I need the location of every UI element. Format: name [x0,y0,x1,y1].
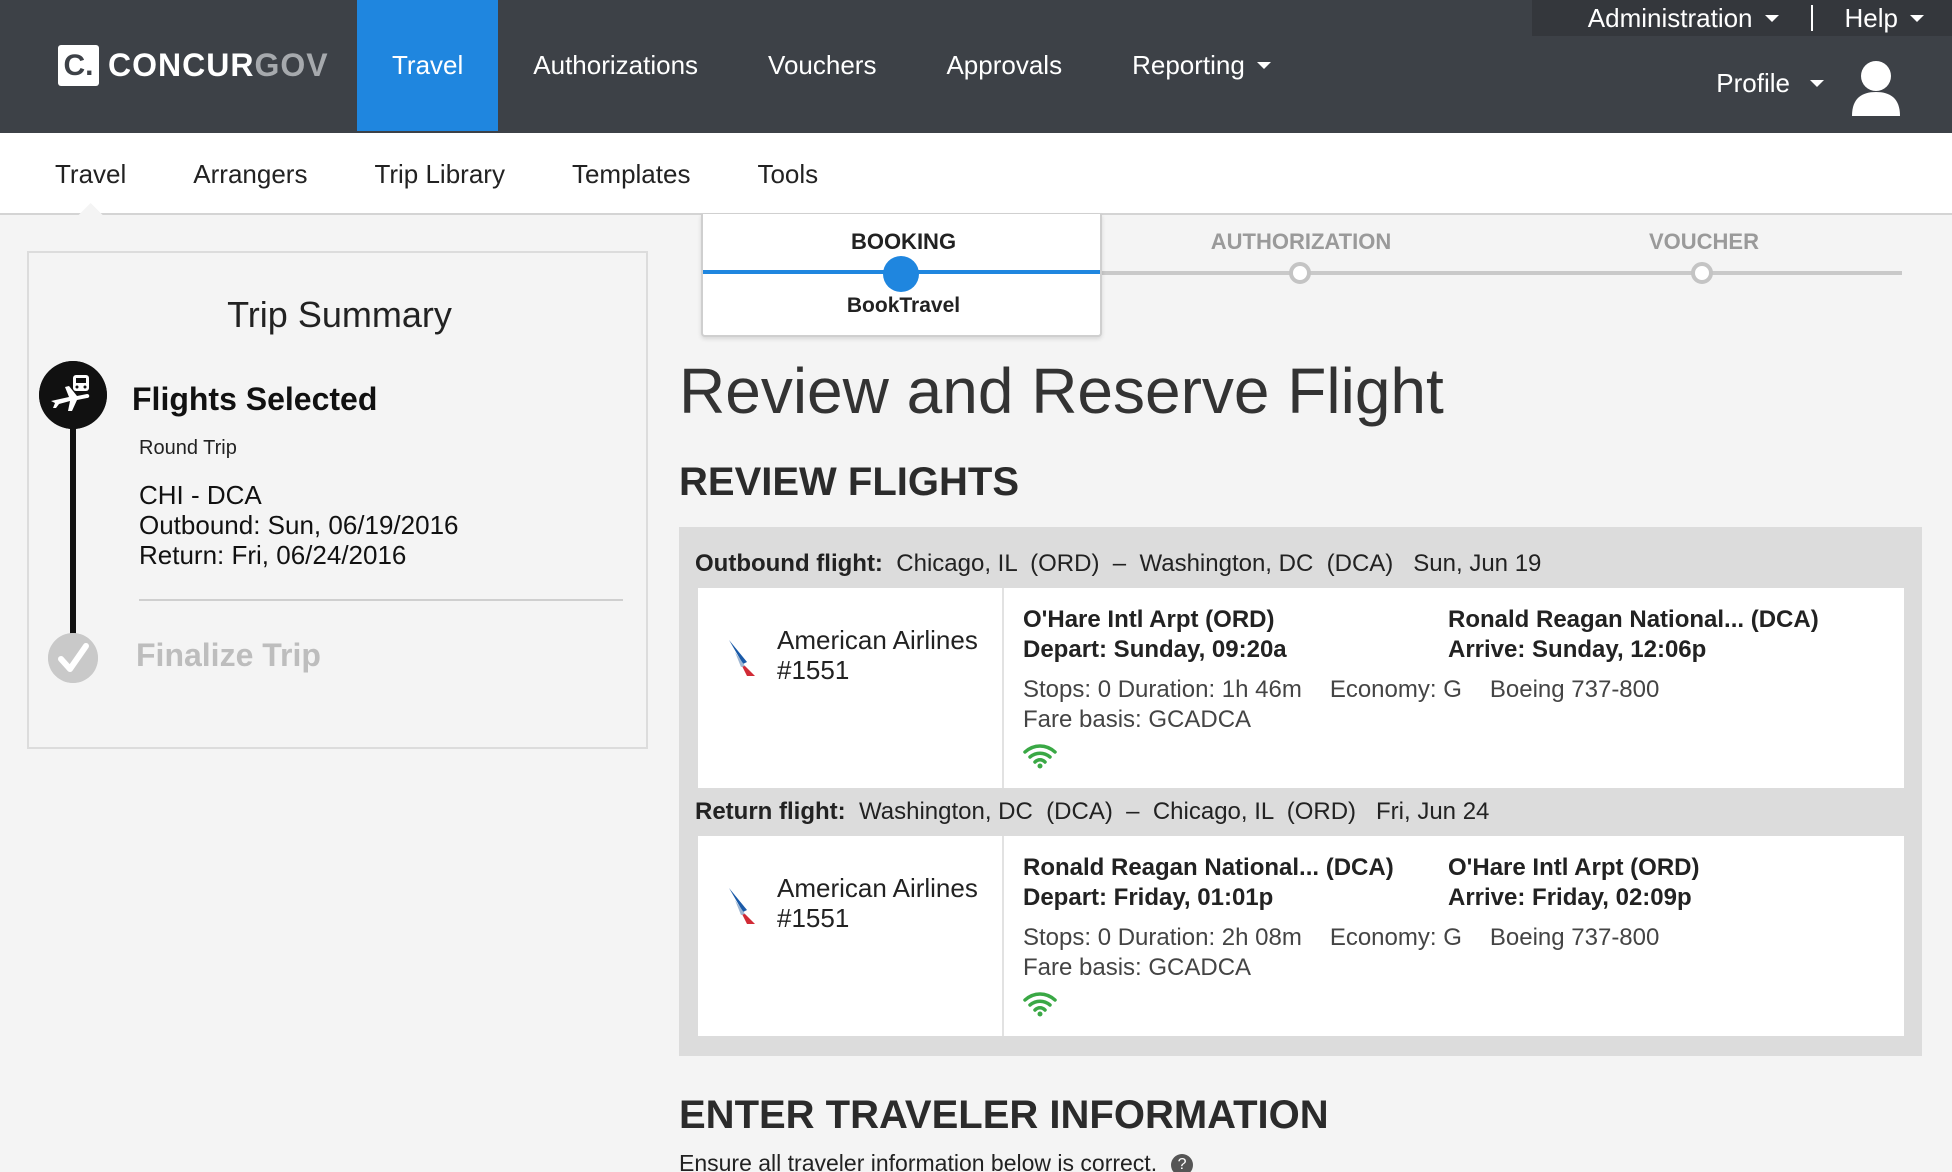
departure-time: Depart: Sunday, 09:20a [1023,636,1287,663]
flight-meta: Stops: 0 Duration: 2h 08m Economy: G Boein… [1023,923,1687,983]
airline-info: American Airlines #1551 [698,836,1004,1036]
flight-number: #1551 [777,903,850,933]
arrival-time: Arrive: Sunday, 12:06p [1448,636,1707,663]
american-airlines-logo-icon [729,888,755,924]
fare-basis: Fare basis: GCADCA [1023,954,1252,981]
main-nav: Travel Authorizations Vouchers Approvals… [357,0,1306,131]
timeline-line [70,425,76,637]
return-flight-card: American Airlines #1551 Ronald Reagan Na… [698,836,1904,1036]
trip-summary-title: Trip Summary [227,294,452,335]
chevron-down-icon [1810,80,1824,87]
departure-info: Ronald Reagan National... (DCA) Depart: … [1023,853,1394,913]
utility-bar: Administration Help [1532,0,1952,36]
sub-nav: Travel Arrangers Trip Library Templates … [0,133,1952,215]
stops-duration: Stops: 0 Duration: 2h 08m [1023,924,1302,951]
nav-vouchers[interactable]: Vouchers [733,0,911,131]
traveler-info-heading: ENTER TRAVELER INFORMATION [679,1093,1329,1137]
user-avatar-icon[interactable] [1850,58,1902,120]
nav-approvals[interactable]: Approvals [911,0,1097,131]
arrival-info: Ronald Reagan National... (DCA) Arrive: … [1448,605,1819,665]
subnav-arrangers[interactable]: Arrangers [193,133,307,215]
step-booking-label: BOOKING [850,229,957,254]
subnav-templates[interactable]: Templates [572,133,691,215]
departure-airport: Ronald Reagan National... (DCA) [1023,854,1394,881]
step-authorization-marker [1289,262,1311,284]
help-menu[interactable]: Help [1845,3,1924,34]
arrival-time: Arrive: Friday, 02:09p [1448,884,1692,911]
airline-name: American Airlines [777,873,978,903]
flight-train-icon [39,361,107,429]
wifi-icon [1023,744,1057,769]
subnav-tools[interactable]: Tools [757,133,818,215]
flight-meta: Stops: 0 Duration: 1h 46m Economy: G Boein… [1023,675,1687,735]
arrival-airport: Ronald Reagan National... (DCA) [1448,606,1819,633]
progress-track [1100,271,1902,275]
divider [139,599,623,601]
nav-authorizations[interactable]: Authorizations [498,0,733,131]
traveler-instructions: Ensure all traveler information below is… [679,1150,1194,1172]
chevron-down-icon [1256,62,1271,69]
help-icon[interactable]: ? [1171,1153,1194,1172]
concurgov-logo[interactable]: C. CONCURGOV [58,45,329,86]
cabin-class: Economy: G [1329,924,1462,951]
page-title: Review and Reserve Flight [679,355,1444,427]
finalize-trip-step: Finalize Trip [136,637,321,673]
fare-basis: Fare basis: GCADCA [1023,706,1252,733]
top-navbar: C. CONCURGOV Travel Authorizations Vouch… [0,0,1952,133]
aircraft-type: Boeing 737-800 [1489,676,1660,703]
departure-info: O'Hare Intl Arpt (ORD) Depart: Sunday, 0… [1023,605,1287,665]
cabin-class: Economy: G [1329,676,1462,703]
outbound-flight-header: Outbound flight: Chicago, IL (ORD) – Was… [695,550,1542,577]
chevron-down-icon [1910,14,1924,22]
review-flights-heading: REVIEW FLIGHTS [679,460,1019,504]
administration-menu[interactable]: Administration [1588,3,1779,34]
flights-selected-title: Flights Selected [132,381,378,417]
step-voucher-label: VOUCHER [1648,229,1759,254]
subnav-trip-library[interactable]: Trip Library [374,133,505,215]
departure-time: Depart: Friday, 01:01p [1023,884,1274,911]
profile-menu[interactable]: Profile [1716,68,1824,99]
nav-reporting[interactable]: Reporting [1097,0,1306,131]
nav-travel[interactable]: Travel [357,0,499,131]
trip-summary-panel: Trip Summary Flights Selected Round Trip… [27,251,648,749]
booking-step-card: BOOKING BookTravel [701,214,1102,337]
step-booking-sublabel: BookTravel [846,294,961,317]
step-authorization-label: AUTHORIZATION [1210,229,1392,254]
departure-airport: O'Hare Intl Arpt (ORD) [1023,606,1275,633]
trip-outbound-date: Outbound: Sun, 06/19/2016 [139,510,459,540]
step-booking-marker [883,256,919,292]
logo-mark: C. [58,45,99,86]
flights-review-box: Outbound flight: Chicago, IL (ORD) – Was… [679,527,1922,1056]
trip-return-date: Return: Fri, 06/24/2016 [139,540,407,570]
trip-type: Round Trip [139,437,237,459]
trip-details: CHI - DCA Outbound: Sun, 06/19/2016 Retu… [139,480,459,570]
flight-number: #1551 [777,655,850,685]
american-airlines-logo-icon [729,640,755,676]
subnav-travel[interactable]: Travel [55,133,126,215]
airline-name: American Airlines [777,625,978,655]
checkmark-icon [48,633,98,683]
aircraft-type: Boeing 737-800 [1489,924,1660,951]
stops-duration: Stops: 0 Duration: 1h 46m [1023,676,1302,703]
chevron-down-icon [1764,14,1779,22]
arrival-airport: O'Hare Intl Arpt (ORD) [1448,854,1700,881]
divider [1810,5,1813,31]
step-voucher-marker [1691,262,1713,284]
return-flight-header: Return flight: Washington, DC (DCA) – Ch… [695,798,1490,825]
arrival-info: O'Hare Intl Arpt (ORD) Arrive: Friday, 0… [1448,853,1699,913]
trip-route: CHI - DCA [139,480,262,510]
outbound-flight-card: American Airlines #1551 O'Hare Intl Arpt… [698,588,1904,788]
wifi-icon [1023,992,1057,1017]
airline-info: American Airlines #1551 [698,588,1004,788]
